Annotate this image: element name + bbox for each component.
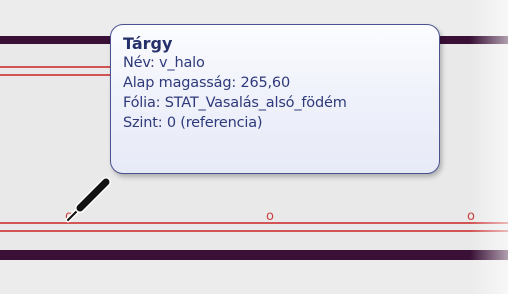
drawing-canvas[interactable]: o o o Tárgy Név: v_halo Alap magasság: 2…: [0, 0, 508, 294]
wall-band-bottom[interactable]: [0, 250, 508, 260]
rebar-line-upper-2[interactable]: [0, 74, 112, 76]
tooltip-level-line: Szint: 0 (referencia): [123, 115, 263, 131]
canvas-edge-fade: [470, 0, 508, 294]
rebar-marker[interactable]: o: [467, 210, 475, 224]
object-info-tooltip: Tárgy Név: v_halo Alap magasság: 265,60 …: [110, 24, 440, 174]
tooltip-title: Tárgy: [123, 34, 173, 53]
canvas-background-bottom: [0, 260, 508, 294]
rebar-marker[interactable]: o: [266, 210, 274, 224]
rebar-line-lower-2[interactable]: [0, 230, 508, 232]
tooltip-layer-line: Fólia: STAT_Vasalás_alsó_födém: [123, 95, 347, 111]
rebar-line-upper-1[interactable]: [0, 66, 112, 68]
tooltip-name-line: Név: v_halo: [123, 55, 205, 71]
tooltip-base-height-line: Alap magasság: 265,60: [123, 75, 290, 91]
pen-cursor-icon: [65, 177, 111, 223]
